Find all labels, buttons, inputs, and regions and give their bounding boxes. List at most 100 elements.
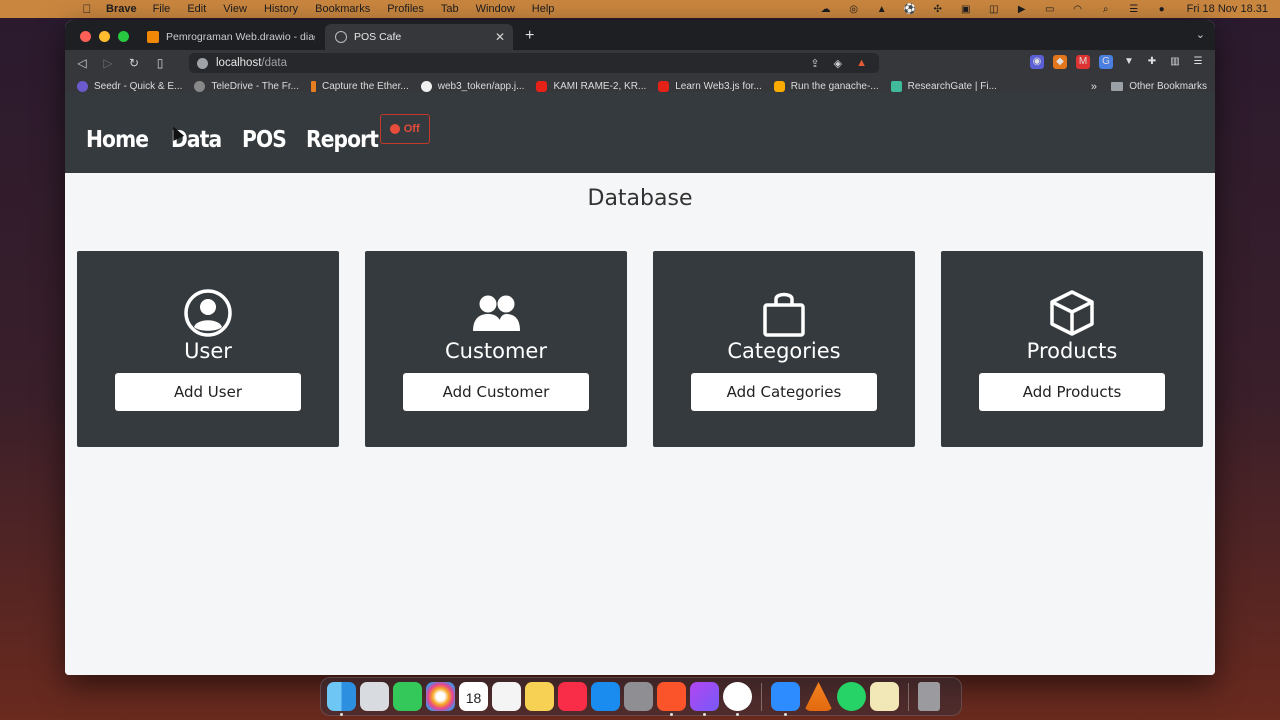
- other-bookmarks-label: Other Bookmarks: [1129, 81, 1207, 92]
- notes-widget-icon[interactable]: [870, 682, 899, 711]
- vlc-icon[interactable]: [804, 682, 833, 711]
- bookmark-item[interactable]: TeleDrive - The Fr...: [194, 81, 299, 92]
- close-window-button[interactable]: [80, 31, 91, 42]
- messages-icon[interactable]: [393, 682, 422, 711]
- sidebar-icon[interactable]: ▥: [1168, 55, 1182, 69]
- back-button[interactable]: ◁: [69, 56, 95, 70]
- add-products-button[interactable]: Add Products: [979, 373, 1165, 411]
- menu-bookmarks[interactable]: Bookmarks: [315, 3, 370, 15]
- music-icon[interactable]: [558, 682, 587, 711]
- phpstorm-icon[interactable]: [690, 682, 719, 716]
- brave-icon[interactable]: [657, 682, 686, 716]
- chevron-down-icon[interactable]: ⌄: [1196, 28, 1205, 41]
- card-customer: Customer Add Customer: [365, 251, 627, 447]
- wifi-icon[interactable]: ◠: [1071, 4, 1085, 15]
- bookmark-icon[interactable]: ▯: [147, 56, 173, 70]
- bookmark-item[interactable]: Seedr - Quick & E...: [77, 81, 182, 92]
- youtube-icon: [658, 81, 670, 92]
- trash-icon[interactable]: [918, 682, 940, 711]
- nav-home[interactable]: Home: [86, 127, 149, 153]
- fan-icon[interactable]: ✣: [931, 4, 945, 15]
- shopping-bag-icon: [762, 289, 806, 337]
- zoom-icon[interactable]: [771, 682, 800, 716]
- whatsapp-icon[interactable]: [837, 682, 866, 711]
- finder-icon[interactable]: [327, 682, 356, 716]
- menu-app-name[interactable]: Brave: [106, 3, 137, 15]
- window-icon[interactable]: ◫: [987, 4, 1001, 15]
- bookmark-label: Capture the Ether...: [322, 81, 409, 92]
- colab-icon: [773, 81, 785, 92]
- globe-icon: [335, 31, 347, 43]
- reminders-icon[interactable]: [492, 682, 521, 711]
- pdf-icon[interactable]: ▣: [959, 4, 973, 15]
- bookmark-item[interactable]: Capture the Ether...: [311, 81, 409, 92]
- vlc-icon[interactable]: ▲: [875, 4, 889, 15]
- more-bookmarks-button[interactable]: »: [1091, 81, 1097, 93]
- status-icons: ☁ ◎ ▲ ⚽ ✣ ▣ ◫ ▶ ▭ ◠ ⌕ ☰ ● Fri 18 Nov 18.…: [819, 0, 1268, 18]
- brave-rewards-icon[interactable]: ▲: [856, 57, 867, 70]
- metamask-icon[interactable]: ◆: [1053, 55, 1067, 69]
- zoom-window-button[interactable]: [118, 31, 129, 42]
- page-title: Database: [587, 186, 693, 211]
- bookmark-item[interactable]: Run the ganache-...: [773, 81, 879, 92]
- nav-report[interactable]: Report: [306, 127, 379, 153]
- photos-icon[interactable]: [426, 682, 455, 711]
- menu-clock[interactable]: Fri 18 Nov 18.31: [1187, 3, 1268, 15]
- control-center-icon[interactable]: ☰: [1127, 4, 1141, 15]
- cloud-icon[interactable]: ☁: [819, 4, 833, 15]
- bookmark-item[interactable]: web3_token/app.j...: [420, 81, 524, 92]
- brave-shields-icon[interactable]: ◈: [834, 57, 842, 70]
- apple-icon[interactable]: : [80, 2, 94, 16]
- close-tab-icon[interactable]: ✕: [495, 30, 505, 44]
- siri-icon[interactable]: ●: [1155, 4, 1169, 15]
- minimize-window-button[interactable]: [99, 31, 110, 42]
- reload-button[interactable]: ↻: [121, 56, 147, 70]
- users-icon: [471, 289, 521, 337]
- bookmark-item[interactable]: KAMI RAME-2, KR...: [536, 81, 646, 92]
- tab-drawio[interactable]: Pemrograman Web.drawio - diagra: [137, 24, 325, 50]
- vue-devtools-icon[interactable]: ▼: [1122, 55, 1136, 69]
- calendar-icon[interactable]: 18: [459, 682, 488, 711]
- extension-eye-icon[interactable]: ◉: [1030, 55, 1044, 69]
- menu-help[interactable]: Help: [532, 3, 555, 15]
- extensions-puzzle-icon[interactable]: ✚: [1145, 55, 1159, 69]
- other-bookmarks[interactable]: Other Bookmarks: [1111, 81, 1207, 92]
- play-icon[interactable]: ▶: [1015, 4, 1029, 15]
- add-categories-button[interactable]: Add Categories: [691, 373, 877, 411]
- site-info-icon[interactable]: [197, 57, 208, 69]
- system-preferences-icon[interactable]: [624, 682, 653, 711]
- power-toggle-button[interactable]: Off: [379, 113, 430, 144]
- card-title: User: [184, 339, 232, 363]
- menu-tab[interactable]: Tab: [441, 3, 459, 15]
- add-user-button[interactable]: Add User: [115, 373, 301, 411]
- menu-window[interactable]: Window: [476, 3, 515, 15]
- new-tab-button[interactable]: +: [525, 24, 534, 50]
- menu-profiles[interactable]: Profiles: [387, 3, 424, 15]
- translate-icon[interactable]: G: [1099, 55, 1113, 69]
- extension-m-icon[interactable]: M: [1076, 55, 1090, 69]
- notes-icon[interactable]: [525, 682, 554, 711]
- menu-file[interactable]: File: [153, 3, 171, 15]
- database-cards: User Add User Customer Add Customer Cate…: [77, 251, 1203, 447]
- menu-view[interactable]: View: [223, 3, 247, 15]
- search-icon[interactable]: ⌕: [1099, 4, 1113, 15]
- add-customer-button[interactable]: Add Customer: [403, 373, 589, 411]
- menu-history[interactable]: History: [264, 3, 298, 15]
- battery-icon[interactable]: ▭: [1043, 4, 1057, 15]
- ball-icon[interactable]: ⚽: [903, 4, 917, 15]
- app-store-icon[interactable]: [591, 682, 620, 711]
- bookmark-item[interactable]: ResearchGate | Fi...: [890, 81, 997, 92]
- bookmark-item[interactable]: Learn Web3.js for...: [658, 81, 762, 92]
- webstorm-icon[interactable]: [723, 682, 752, 716]
- globe-icon: [194, 81, 206, 92]
- address-bar[interactable]: localhost/data ⇪ ◈ ▲: [189, 53, 879, 73]
- card-user: User Add User: [77, 251, 339, 447]
- share-icon[interactable]: ⇪: [810, 57, 819, 70]
- menu-edit[interactable]: Edit: [187, 3, 206, 15]
- forward-button[interactable]: ▷: [95, 56, 121, 70]
- tab-pos-cafe[interactable]: POS Cafe ✕: [325, 24, 513, 50]
- nav-pos[interactable]: POS: [242, 127, 287, 153]
- menu-icon[interactable]: ☰: [1191, 55, 1205, 69]
- creative-cloud-icon[interactable]: ◎: [847, 4, 861, 15]
- launchpad-icon[interactable]: [360, 682, 389, 711]
